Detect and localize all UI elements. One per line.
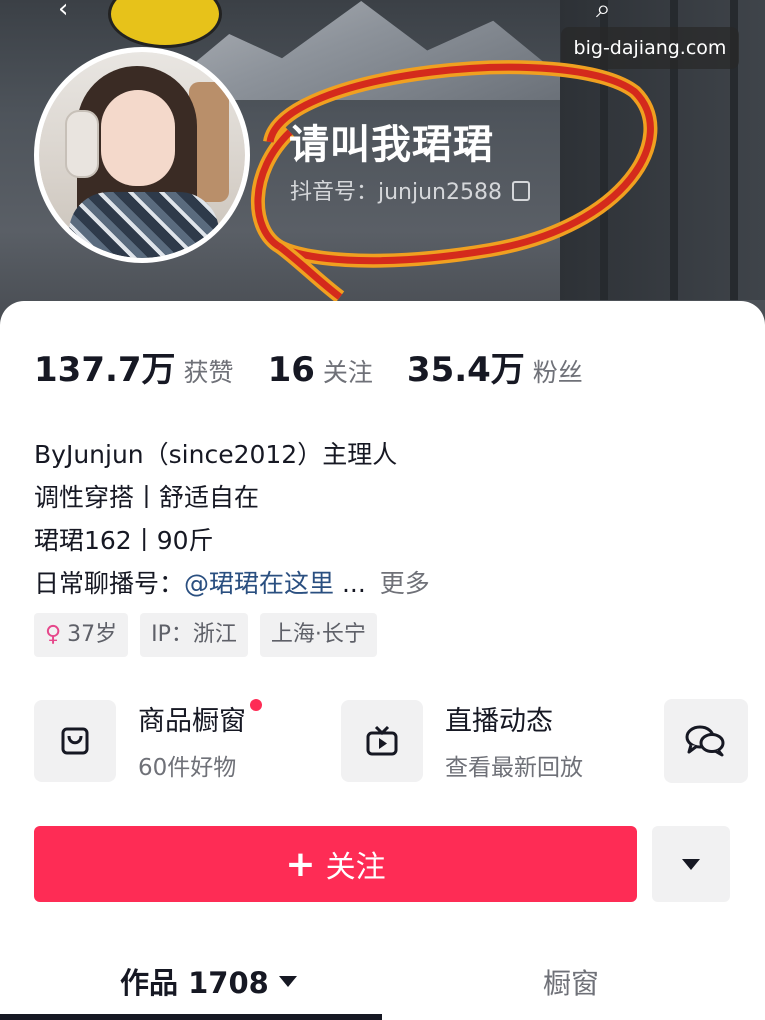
search-icon[interactable]: ⌕ [596, 0, 611, 25]
cover-yellow-object [108, 0, 222, 48]
bio-line-4: 日常聊播号：@珺珺在这里 ... 更多 [34, 562, 430, 605]
follow-button[interactable]: + 关注 [34, 826, 637, 902]
tab-works-label: 作品 1708 [120, 966, 269, 1000]
tab-works[interactable]: 作品 1708 [120, 960, 297, 1002]
follow-label: 关注 [325, 850, 386, 885]
avatar[interactable] [34, 47, 250, 263]
tag-age: ♀ 37岁 [34, 613, 129, 657]
bio-line-3: 珺珺162丨90斤 [34, 526, 214, 555]
bio-ellipsis: ... [341, 569, 366, 598]
more-options-button[interactable] [652, 826, 730, 902]
female-icon: ♀ [45, 622, 62, 647]
following-count[interactable]: 16 [268, 350, 315, 390]
tv-play-icon [341, 699, 423, 782]
douyin-id: 抖音号：junjun2588 [290, 174, 530, 206]
likes-count: 137.7万 [34, 350, 176, 390]
caret-down-icon [682, 858, 700, 870]
bio-line-1: ByJunjun（since2012）主理人 [34, 440, 398, 469]
profile-stats: 137.7万 获赞 16 关注 35.4万 粉丝 [34, 342, 617, 391]
profile-name: 请叫我珺珺 [289, 122, 494, 168]
chat-bubbles-icon [685, 725, 725, 757]
back-icon[interactable]: ‹ [58, 0, 68, 24]
shop-window-subtitle: 60件好物 [138, 755, 237, 781]
following-label[interactable]: 关注 [323, 353, 373, 389]
active-tab-indicator [0, 1014, 382, 1020]
shop-window-entry[interactable]: 商品橱窗 60件好物 [34, 699, 262, 782]
tag-location: 上海·长宁 [259, 613, 377, 657]
douyin-id-text: 抖音号：junjun2588 [290, 180, 502, 205]
bio-line-4-prefix: 日常聊播号： [34, 569, 185, 598]
bio-line-2: 调性穿搭丨舒适自在 [34, 483, 260, 512]
likes-label: 获赞 [183, 358, 234, 387]
copy-icon[interactable] [512, 181, 530, 201]
tag-ip: IP：浙江 [140, 613, 248, 657]
tab-showcase[interactable]: 橱窗 [543, 962, 599, 1002]
live-updates-subtitle: 查看最新回放 [445, 755, 583, 781]
followers-label[interactable]: 粉丝 [533, 353, 583, 389]
profile-bio: ByJunjun（since2012）主理人 调性穿搭丨舒适自在 珺珺162丨9… [34, 433, 430, 605]
live-updates-title: 直播动态 [445, 706, 553, 737]
tag-age-text: 37岁 [67, 622, 118, 647]
chat-button[interactable] [664, 699, 748, 783]
profile-card [0, 301, 765, 1020]
shopping-bag-icon [34, 699, 116, 782]
notification-dot [250, 699, 262, 711]
bio-more-button[interactable]: 更多 [380, 569, 430, 598]
profile-tags: ♀ 37岁 IP：浙江 上海·长宁 [34, 613, 377, 657]
bio-account-link[interactable]: @珺珺在这里 [184, 569, 334, 598]
shop-window-title: 商品橱窗 [138, 706, 246, 737]
followers-count[interactable]: 35.4万 [407, 342, 525, 391]
watermark: big-dajiang.com [561, 27, 739, 69]
live-updates-entry[interactable]: 直播动态 查看最新回放 [341, 699, 583, 782]
plus-icon: + [285, 843, 316, 885]
caret-down-icon [278, 975, 297, 987]
